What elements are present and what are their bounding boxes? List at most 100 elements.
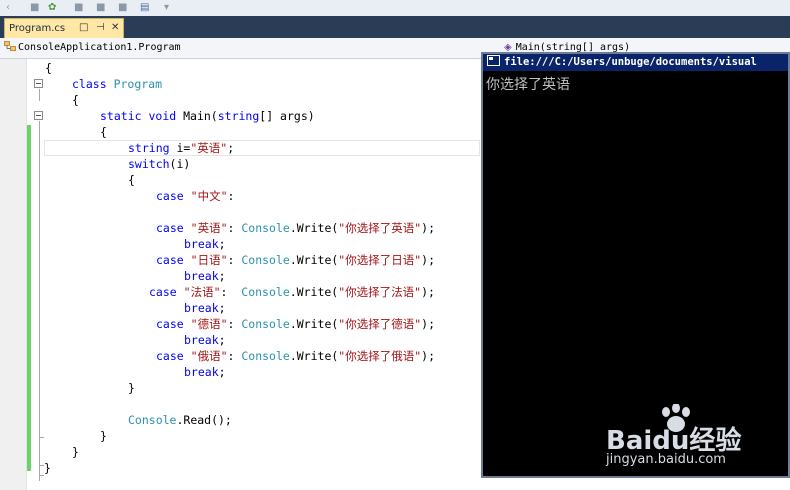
code-token: ); (421, 349, 436, 363)
code-line[interactable]: { (128, 172, 135, 188)
collapse-icon[interactable] (34, 79, 43, 88)
code-line[interactable]: } (128, 380, 135, 396)
code-line[interactable]: case "中文": (156, 188, 234, 204)
code-token: { (100, 125, 107, 139)
toolbar-icon[interactable]: ■ (96, 2, 105, 14)
code-line[interactable]: case "法语": Console.Write("你选择了法语"); (149, 284, 435, 300)
code-token: } (44, 461, 51, 475)
code-token: (i) (169, 157, 191, 171)
code-line[interactable]: break; (184, 300, 226, 316)
toolbar-dropdown-icon[interactable]: ▾ (164, 2, 169, 14)
code-token: "法语" (183, 285, 221, 299)
code-line[interactable]: break; (184, 364, 226, 380)
code-token: class (72, 77, 107, 91)
code-token: .Read(); (176, 413, 232, 427)
close-icon[interactable]: ✕ (111, 22, 119, 33)
code-token: switch (128, 157, 170, 171)
pin-icon[interactable]: ⊣ (96, 22, 105, 33)
code-line[interactable]: { (100, 124, 107, 140)
code-line[interactable]: case "英语": Console.Write("你选择了英语"); (156, 220, 435, 236)
code-token: Console (241, 317, 290, 331)
code-token: } (128, 381, 135, 395)
code-token: "俄语" (190, 349, 228, 363)
code-line[interactable]: } (100, 428, 107, 444)
code-token: .Write( (289, 317, 339, 331)
code-token: } (100, 429, 107, 443)
code-token: .Write( (289, 285, 339, 299)
toolbar-icon[interactable]: ■ (74, 2, 83, 14)
code-line[interactable]: break; (184, 332, 226, 348)
code-line[interactable]: } (44, 460, 51, 476)
toolbar-icon[interactable]: ■ (30, 2, 39, 14)
run-icon[interactable]: ✿ (48, 2, 56, 14)
watermark-url: jingyan.baidu.com (606, 452, 726, 467)
code-token: ); (421, 253, 436, 267)
code-token: break (184, 269, 219, 283)
code-token: case (156, 221, 184, 235)
code-line[interactable]: switch(i) (128, 156, 190, 172)
code-token: case (156, 349, 184, 363)
nav-back-icon[interactable]: ‹ (6, 2, 10, 14)
code-token: : (227, 317, 242, 331)
code-token: ); (421, 221, 436, 235)
code-line[interactable]: break; (184, 268, 226, 284)
code-token: { (45, 61, 52, 75)
code-line[interactable]: case "德语": Console.Write("你选择了德语"); (156, 316, 435, 332)
class-icon (4, 41, 16, 51)
code-token: .Write( (289, 253, 339, 267)
code-token: ; (218, 333, 226, 347)
code-token: "你选择了日语" (338, 253, 422, 267)
code-token: ); (421, 285, 435, 299)
code-line[interactable]: string i="英语"; (128, 140, 234, 156)
tab-program-cs[interactable]: Program.cs □ ⊣ ✕ (4, 18, 124, 38)
toolbar-icon[interactable]: ▤ (140, 2, 149, 14)
code-token: : (227, 189, 235, 203)
code-token: "你选择了俄语" (338, 349, 422, 363)
class-dropdown[interactable]: ConsoleApplication1.Program (4, 40, 474, 56)
code-token: "你选择了英语" (338, 221, 422, 235)
outline-line (39, 121, 40, 437)
code-token: ); (421, 317, 436, 331)
toolbar: ‹ ■ ✿ ■ ■ ■ ▤ ▾ (0, 0, 790, 16)
code-token: { (72, 93, 79, 107)
code-token: break (184, 333, 219, 347)
code-token: .Write( (289, 349, 339, 363)
code-token: static (100, 109, 142, 123)
code-line[interactable]: { (72, 92, 79, 108)
tab-label: Program.cs (9, 23, 66, 34)
code-token: Main( (176, 109, 218, 123)
collapse-icon[interactable] (34, 111, 43, 120)
code-token: ; (218, 269, 226, 283)
lock-icon: □ (79, 22, 89, 33)
code-line[interactable]: static void Main(string[] args) (100, 108, 315, 124)
code-line[interactable]: case "日语": Console.Write("你选择了日语"); (156, 252, 435, 268)
line-margin (0, 59, 27, 490)
code-token: Program (113, 77, 163, 91)
code-token: case (149, 285, 177, 299)
code-line[interactable]: break; (184, 236, 226, 252)
code-token: case (156, 253, 184, 267)
toolbar-icon[interactable]: ■ (118, 2, 127, 14)
outline-line (39, 465, 40, 481)
console-app-icon (487, 55, 500, 66)
code-token: Console (241, 285, 290, 299)
code-token: "德语" (190, 317, 228, 331)
code-line[interactable]: class Program (72, 76, 162, 92)
code-token: : (227, 349, 242, 363)
outline-line (39, 89, 40, 101)
code-token: : (227, 253, 242, 267)
code-token: "日语" (190, 253, 228, 267)
console-title-bar[interactable]: file:///C:/Users/unbuge/documents/visual (483, 54, 788, 71)
code-line[interactable]: { (45, 60, 52, 76)
code-token: ; (227, 141, 235, 155)
code-token: } (72, 445, 79, 459)
code-token: : (227, 221, 242, 235)
code-line[interactable]: Console.Read(); (128, 412, 232, 428)
code-line[interactable]: case "俄语": Console.Write("你选择了俄语"); (156, 348, 435, 364)
code-line[interactable]: } (72, 444, 79, 460)
